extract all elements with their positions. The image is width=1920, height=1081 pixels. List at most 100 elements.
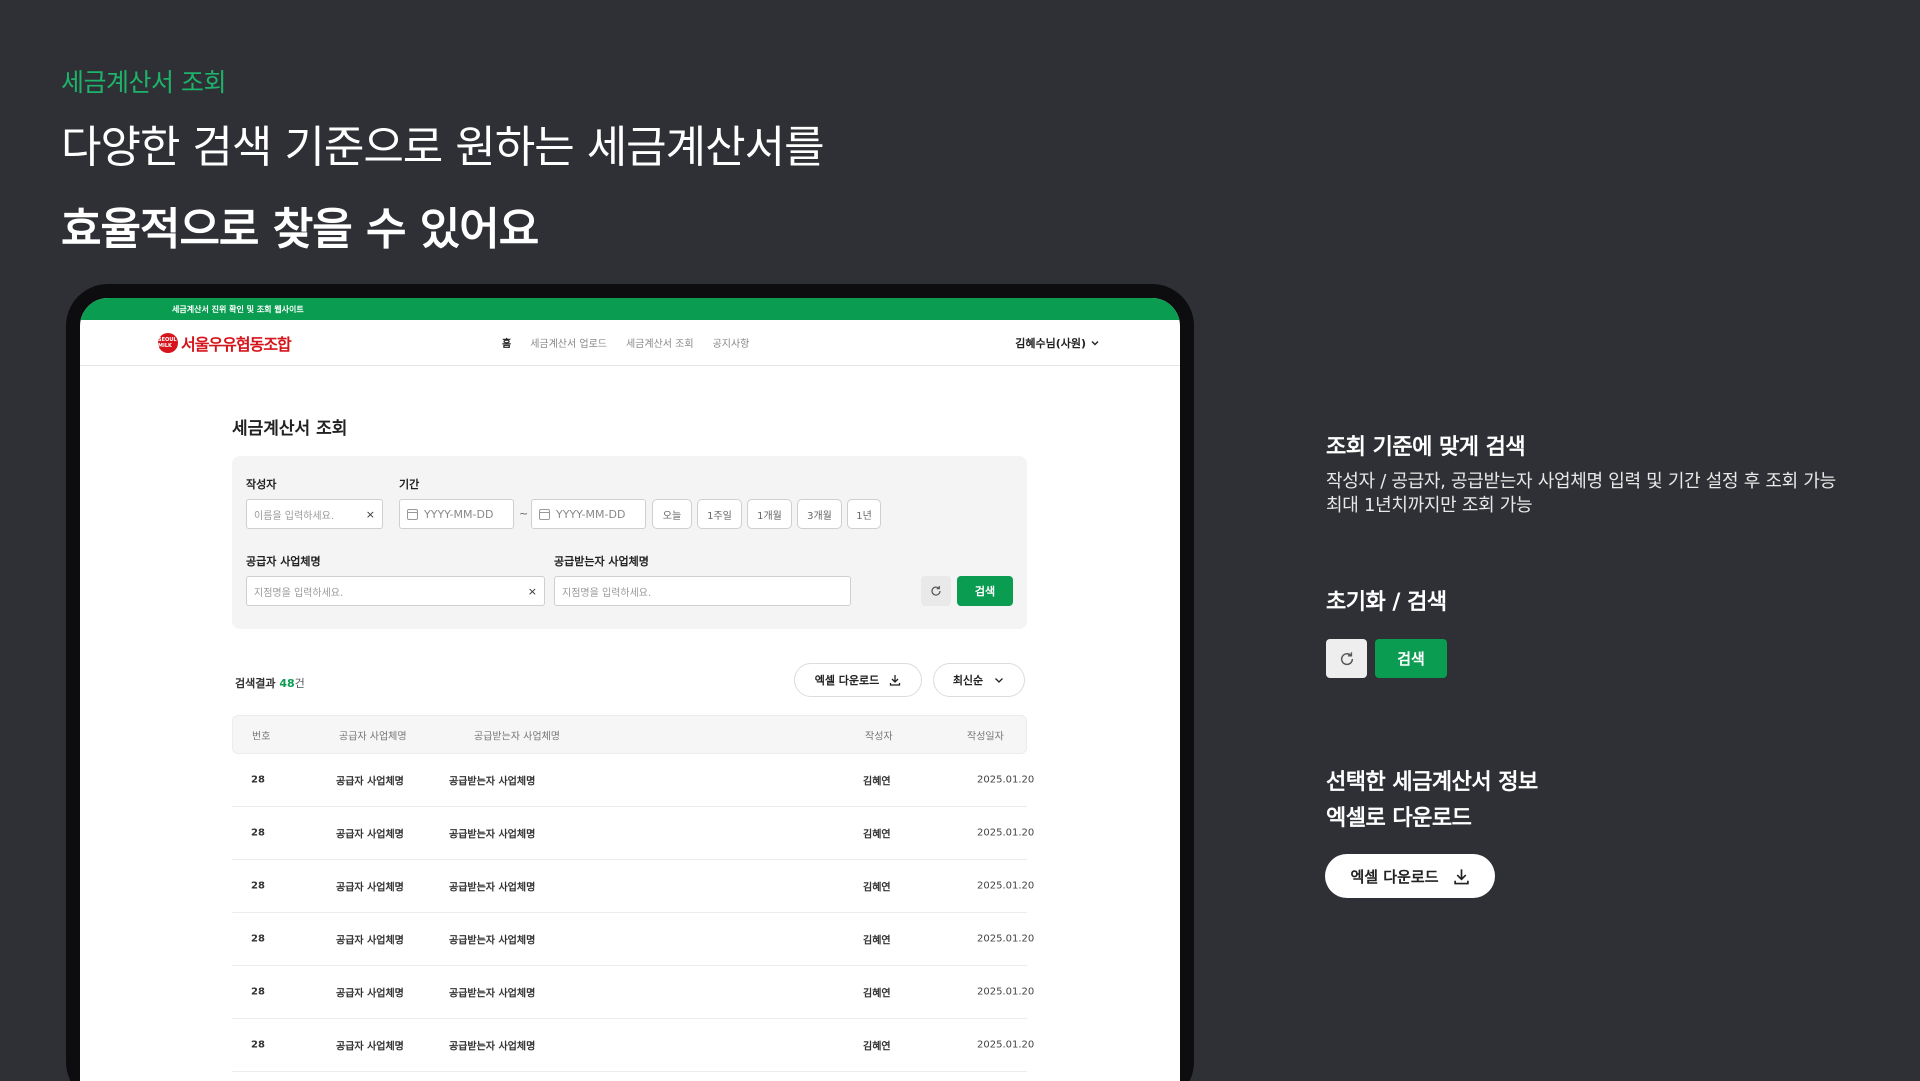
period-label: 기간	[399, 478, 420, 491]
cell-author: 김혜연	[863, 988, 891, 1000]
cell-supplier: 공급자 사업체명	[336, 988, 404, 1000]
feature-reset-search: 초기화 / 검색	[1326, 585, 1447, 621]
cell-supplier: 공급자 사업체명	[336, 776, 404, 788]
search-button-demo[interactable]: 검색	[1375, 639, 1447, 678]
feature-excel-title-2: 엑셀로 다운로드	[1326, 806, 1472, 831]
feature-search-desc-2: 최대 1년치까지만 조회 가능	[1326, 495, 1533, 516]
range-chip-1year[interactable]: 1년	[847, 499, 881, 529]
excel-download-label: 엑셀 다운로드	[814, 674, 880, 687]
date-separator: ~	[519, 507, 529, 520]
table-row[interactable]: 28 공급자 사업체명 공급받는자 사업체명 김혜연 2025.01.20	[232, 807, 1034, 860]
range-chip-1week[interactable]: 1주일	[697, 499, 742, 529]
range-chip-1month[interactable]: 1개월	[747, 499, 792, 529]
user-name: 김혜수님(사원)	[1015, 337, 1086, 350]
navbar: SEOUL MILK 서울우유협동조합 홈 세금계산서 업로드 세금계산서 조회…	[80, 320, 1180, 366]
table-row[interactable]: 28 공급자 사업체명 공급받는자 사업체명 김혜연 2025.01.20	[232, 1019, 1034, 1072]
table-body: 28 공급자 사업체명 공급받는자 사업체명 김혜연 2025.01.20 28 공급자 사…	[232, 754, 1034, 1072]
feature-search-desc-1: 작성자 / 공급자, 공급받는자 사업체명 입력 및 기간 설정 후 조회 가능	[1326, 471, 1836, 492]
user-menu[interactable]: 김혜수님(사원)	[1015, 335, 1100, 351]
menu-item-home[interactable]: 홈	[502, 335, 511, 350]
download-icon	[1453, 868, 1469, 884]
tablet-frame: 세금계산서 진위 확인 및 조회 웹사이트 SEOUL MILK 서울우유협동조…	[66, 284, 1194, 1081]
supplier-placeholder: 지점명을 입력하세요.	[254, 587, 344, 599]
main-menu: 홈 세금계산서 업로드 세금계산서 조회 공지사항	[502, 335, 749, 350]
cell-number: 28	[251, 880, 265, 892]
reset-button[interactable]	[921, 576, 951, 606]
cell-number: 28	[251, 933, 265, 945]
author-label: 작성자	[246, 478, 277, 491]
menu-item-inquiry[interactable]: 세금계산서 조회	[626, 335, 694, 350]
cell-author: 김혜연	[863, 935, 891, 947]
logo[interactable]: SEOUL MILK 서울우유협동조합	[158, 331, 292, 355]
cell-supplier: 공급자 사업체명	[336, 829, 404, 841]
author-input[interactable]: 이름을 입력하세요. ×	[246, 499, 383, 529]
cell-receiver: 공급받는자 사업체명	[449, 882, 536, 894]
menu-item-notice[interactable]: 공지사항	[713, 335, 750, 350]
header-date: 작성일자	[967, 731, 1004, 742]
logo-text: 서울우유협동조합	[181, 335, 292, 354]
author-placeholder: 이름을 입력하세요.	[254, 510, 334, 522]
reset-button-demo[interactable]	[1326, 639, 1367, 678]
cell-author: 김혜연	[863, 776, 891, 788]
cell-number: 28	[251, 986, 265, 998]
supplier-input[interactable]: 지점명을 입력하세요. ×	[246, 576, 545, 606]
refresh-icon	[931, 586, 941, 596]
end-date-placeholder: YYYY-MM-DD	[556, 507, 626, 521]
chevron-down-icon	[1091, 341, 1099, 346]
header-number: 번호	[252, 731, 271, 742]
result-unit: 건	[294, 677, 305, 690]
calendar-icon	[539, 508, 550, 520]
table-row[interactable]: 28 공급자 사업체명 공급받는자 사업체명 김혜연 2025.01.20	[232, 754, 1034, 807]
cell-date: 2025.01.20	[977, 1039, 1035, 1051]
cell-number: 28	[251, 1039, 265, 1051]
hero-headline-line1: 다양한 검색 기준으로 원하는 세금계산서를	[61, 122, 825, 173]
download-icon	[890, 675, 901, 686]
result-number: 48	[279, 677, 295, 690]
feature-search-title: 조회 기준에 맞게 검색	[1326, 435, 1526, 460]
refresh-icon	[1340, 651, 1353, 665]
cell-receiver: 공급받는자 사업체명	[449, 829, 536, 841]
result-prefix: 검색결과	[235, 677, 276, 690]
table-row[interactable]: 28 공급자 사업체명 공급받는자 사업체명 김혜연 2025.01.20	[232, 966, 1034, 1019]
clear-icon[interactable]: ×	[366, 508, 375, 521]
cell-receiver: 공급받는자 사업체명	[449, 988, 536, 1000]
range-chip-today[interactable]: 오늘	[652, 499, 692, 529]
cell-supplier: 공급자 사업체명	[336, 935, 404, 947]
hero-headline-line2: 효율적으로 찾을 수 있어요	[61, 204, 539, 255]
receiver-placeholder: 지점명을 입력하세요.	[562, 587, 652, 599]
receiver-input[interactable]: 지점명을 입력하세요.	[554, 576, 851, 606]
table-row[interactable]: 28 공급자 사업체명 공급받는자 사업체명 김혜연 2025.01.20	[232, 913, 1034, 966]
cell-number: 28	[251, 827, 265, 839]
feature-reset-title: 초기화 / 검색	[1326, 590, 1447, 615]
menu-item-upload[interactable]: 세금계산서 업로드	[530, 335, 607, 350]
filter-panel: 작성자 이름을 입력하세요. × 기간 YYYY-MM-DD ~ YYYY-MM…	[232, 456, 1027, 629]
cell-date: 2025.01.20	[977, 933, 1035, 945]
start-date-placeholder: YYYY-MM-DD	[424, 507, 494, 521]
header-author: 작성자	[865, 731, 893, 742]
cell-supplier: 공급자 사업체명	[336, 882, 404, 894]
end-date-input[interactable]: YYYY-MM-DD	[531, 499, 646, 529]
cell-date: 2025.01.20	[977, 774, 1035, 786]
sort-label: 최신순	[952, 674, 984, 687]
cell-date: 2025.01.20	[977, 986, 1035, 998]
chevron-down-icon	[995, 678, 1004, 683]
range-chip-3months[interactable]: 3개월	[797, 499, 842, 529]
feature-search: 조회 기준에 맞게 검색 작성자 / 공급자, 공급받는자 사업체명 입력 및 …	[1326, 430, 1836, 518]
excel-download-button-demo[interactable]: 엑셀 다운로드	[1325, 854, 1495, 898]
app-screen: 세금계산서 진위 확인 및 조회 웹사이트 SEOUL MILK 서울우유협동조…	[80, 298, 1180, 1081]
table-header: 번호 공급자 사업체명 공급받는자 사업체명 작성자 작성일자	[232, 715, 1027, 754]
hero-eyebrow: 세금계산서 조회	[61, 68, 226, 97]
excel-download-button[interactable]: 엑셀 다운로드	[794, 663, 922, 697]
cell-supplier: 공급자 사업체명	[336, 1041, 404, 1053]
search-button[interactable]: 검색	[957, 576, 1013, 606]
cell-author: 김혜연	[863, 1041, 891, 1053]
result-count: 검색결과 48건	[235, 675, 305, 691]
main-content: 세금계산서 조회 작성자 이름을 입력하세요. × 기간 YYYY-MM-DD …	[232, 414, 1034, 1072]
feature-excel: 선택한 세금계산서 정보 엑셀로 다운로드	[1326, 765, 1538, 837]
start-date-input[interactable]: YYYY-MM-DD	[399, 499, 514, 529]
calendar-icon	[407, 508, 418, 520]
cell-receiver: 공급받는자 사업체명	[449, 776, 536, 788]
table-row[interactable]: 28 공급자 사업체명 공급받는자 사업체명 김혜연 2025.01.20	[232, 860, 1034, 913]
clear-icon[interactable]: ×	[528, 585, 537, 598]
sort-dropdown[interactable]: 최신순	[933, 663, 1025, 697]
